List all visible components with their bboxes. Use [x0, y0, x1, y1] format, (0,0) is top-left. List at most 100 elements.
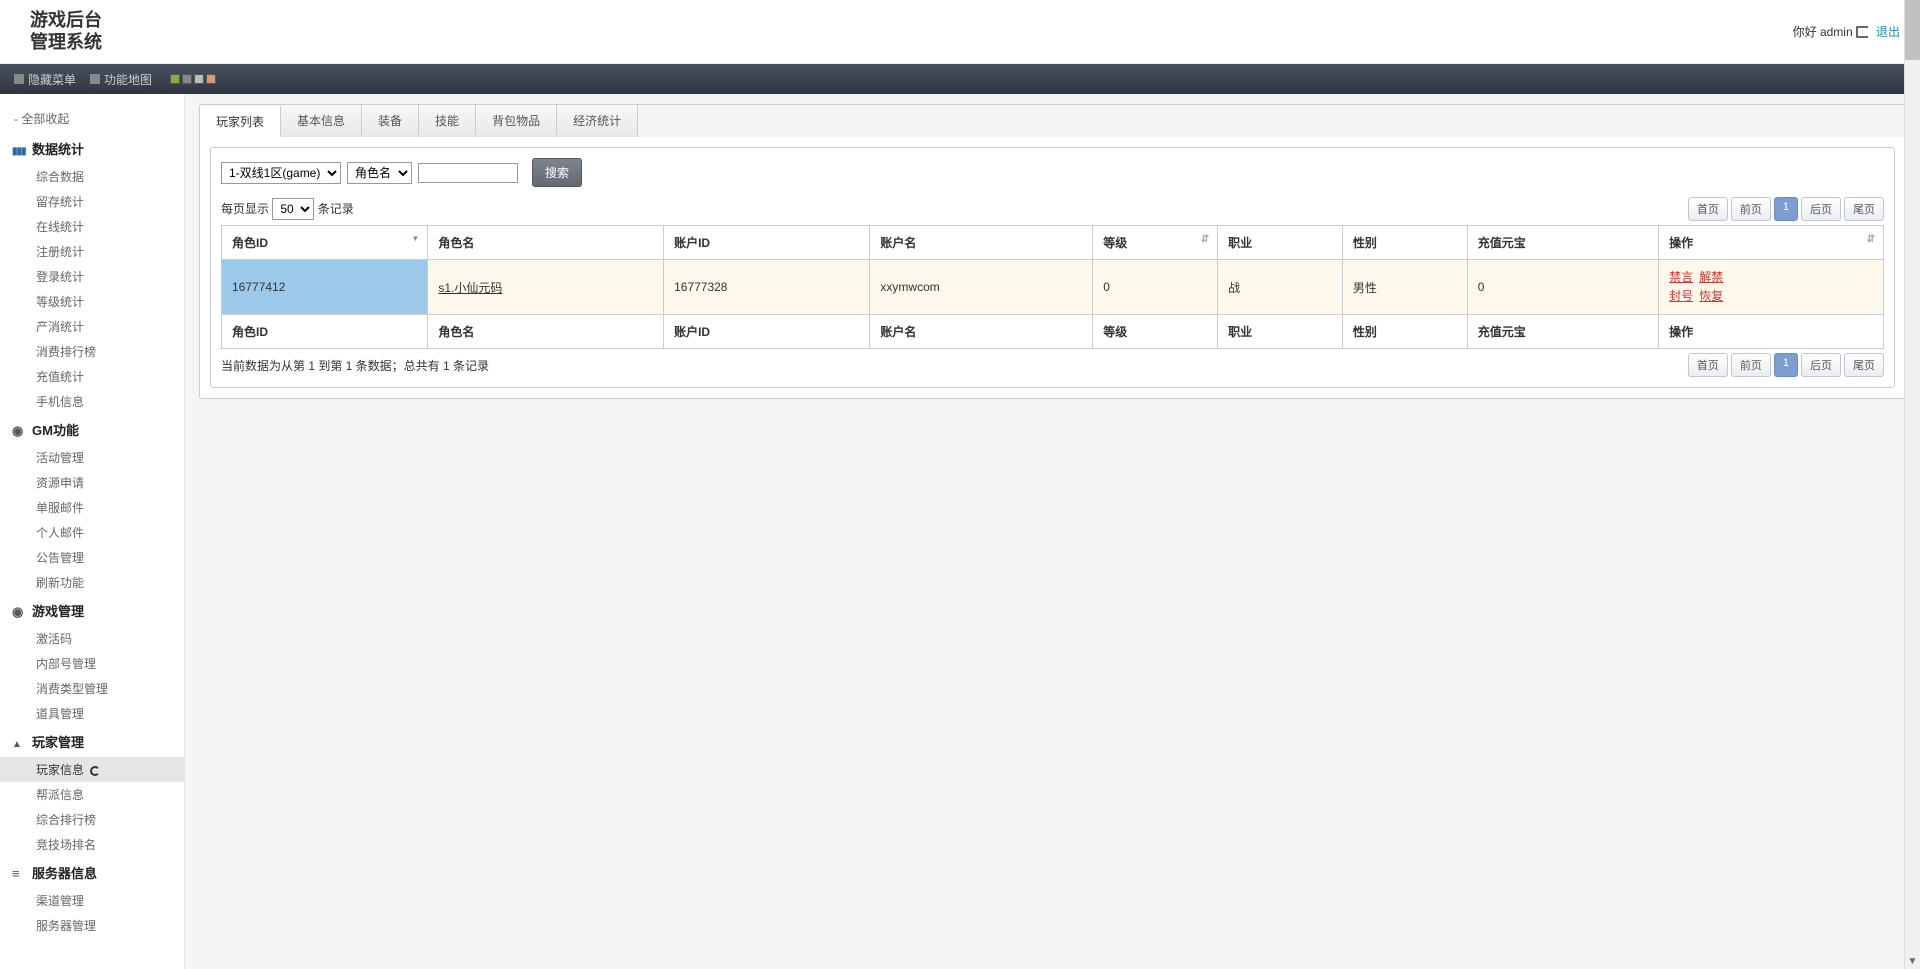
nav-item[interactable]: 留存统计	[0, 189, 184, 214]
table-header-row: 角色ID角色名账户ID账户名等级职业性别充值元宝操作	[222, 226, 1884, 260]
nav-item[interactable]: 消费类型管理	[0, 676, 184, 701]
toolbar: 隐藏菜单 功能地图	[0, 64, 1920, 94]
col-2[interactable]: 账户ID	[664, 226, 870, 260]
nav-item[interactable]: 服务器管理	[0, 913, 184, 938]
nav-item[interactable]: 在线统计	[0, 214, 184, 239]
nav-item[interactable]: 刷新功能	[0, 570, 184, 595]
cell-account-id: 16777328	[664, 260, 870, 315]
nav-item[interactable]: 充值统计	[0, 364, 184, 389]
icon-server	[12, 866, 26, 880]
sitemap-label: 功能地图	[104, 71, 152, 88]
col-7[interactable]: 充值元宝	[1467, 226, 1658, 260]
key-select[interactable]: 角色名	[347, 162, 412, 184]
nav-item[interactable]: 内部号管理	[0, 651, 184, 676]
nav-item[interactable]: 综合排行榜	[0, 807, 184, 832]
table-body: 16777412s1.小仙元码16777328xxymwcom0战男性0禁言解禁…	[222, 260, 1884, 315]
hide-menu-link[interactable]: 隐藏菜单	[14, 71, 76, 88]
swatch-light[interactable]	[194, 74, 204, 84]
scroll-down-icon[interactable]: ▼	[1905, 956, 1920, 967]
col-4[interactable]: 等级	[1093, 226, 1218, 260]
col-0[interactable]: 角色ID	[222, 226, 428, 260]
collapse-all[interactable]: - 全部收起	[0, 104, 184, 133]
pager-next[interactable]: 后页	[1801, 197, 1841, 221]
theme-swatches	[170, 74, 216, 84]
pager-last[interactable]: 尾页	[1844, 197, 1884, 221]
nav-group-4[interactable]: 服务器信息	[0, 857, 184, 888]
sitemap-link[interactable]: 功能地图	[90, 71, 152, 88]
pager-next[interactable]: 后页	[1801, 353, 1841, 377]
nav-item[interactable]: 综合数据	[0, 164, 184, 189]
pager-page-1[interactable]: 1	[1774, 197, 1798, 221]
nav-item[interactable]: 渠道管理	[0, 888, 184, 913]
tab-2[interactable]: 装备	[362, 105, 419, 137]
nav-item[interactable]: 激活码	[0, 626, 184, 651]
nav-group-title-label: 游戏管理	[32, 601, 84, 620]
col-8[interactable]: 操作	[1659, 226, 1884, 260]
nav-group-1[interactable]: GM功能	[0, 414, 184, 445]
nav-item[interactable]: 注册统计	[0, 239, 184, 264]
footer-col-4: 等级	[1093, 315, 1218, 349]
per-page-select[interactable]: 50	[272, 198, 314, 220]
nav-item[interactable]: 竞技场排名	[0, 832, 184, 857]
vertical-scrollbar[interactable]: ▲ ▼	[1904, 0, 1920, 969]
nav-item[interactable]: 登录统计	[0, 264, 184, 289]
nav-group-title-label: 数据统计	[32, 139, 84, 158]
nav-group-3[interactable]: 玩家管理	[0, 726, 184, 757]
nav-item[interactable]: 活动管理	[0, 445, 184, 470]
swatch-green[interactable]	[170, 74, 180, 84]
nav-item[interactable]: 道具管理	[0, 701, 184, 726]
logo-line2: 管理系统	[30, 32, 102, 54]
role-name-link[interactable]: s1.小仙元码	[438, 281, 502, 295]
footer-col-5: 职业	[1218, 315, 1343, 349]
pager-page-1[interactable]: 1	[1774, 353, 1798, 377]
op-link[interactable]: 禁言	[1669, 268, 1693, 287]
pager-top: 首页前页1后页尾页	[1688, 197, 1884, 221]
tab-bar: 玩家列表基本信息装备技能背包物品经济统计	[199, 104, 1906, 137]
nav-item[interactable]: 手机信息	[0, 389, 184, 414]
pager-prev[interactable]: 前页	[1731, 197, 1771, 221]
tab-0[interactable]: 玩家列表	[200, 106, 281, 137]
search-button[interactable]: 搜索	[532, 158, 582, 187]
pager-prev[interactable]: 前页	[1731, 353, 1771, 377]
nav-item[interactable]: 等级统计	[0, 289, 184, 314]
swatch-salmon[interactable]	[206, 74, 216, 84]
tab-3[interactable]: 技能	[419, 105, 476, 137]
col-6[interactable]: 性别	[1342, 226, 1467, 260]
nav-item[interactable]: 公告管理	[0, 545, 184, 570]
col-1[interactable]: 角色名	[428, 226, 664, 260]
pager-last[interactable]: 尾页	[1844, 353, 1884, 377]
logo-line1: 游戏后台	[30, 10, 102, 32]
nav-item[interactable]: 产消统计	[0, 314, 184, 339]
nav-item[interactable]: 帮派信息	[0, 782, 184, 807]
nav-item[interactable]: 消费排行榜	[0, 339, 184, 364]
tab-5[interactable]: 经济统计	[557, 105, 638, 137]
cell-role-name: s1.小仙元码	[428, 260, 664, 315]
scroll-thumb[interactable]	[1905, 0, 1920, 60]
record-info: 当前数据为从第 1 到第 1 条数据；总共有 1 条记录	[221, 357, 489, 374]
pager-first[interactable]: 首页	[1688, 197, 1728, 221]
nav-item[interactable]: 个人邮件	[0, 520, 184, 545]
op-link[interactable]: 恢复	[1699, 287, 1723, 306]
footer-col-6: 性别	[1342, 315, 1467, 349]
data-table: 角色ID角色名账户ID账户名等级职业性别充值元宝操作 16777412s1.小仙…	[221, 225, 1884, 349]
tab-4[interactable]: 背包物品	[476, 105, 557, 137]
pager-first[interactable]: 首页	[1688, 353, 1728, 377]
swatch-gray[interactable]	[182, 74, 192, 84]
col-3[interactable]: 账户名	[870, 226, 1093, 260]
server-select[interactable]: 1-双线1区(game)	[221, 162, 341, 184]
table-row[interactable]: 16777412s1.小仙元码16777328xxymwcom0战男性0禁言解禁…	[222, 260, 1884, 315]
table-footer-row: 角色ID角色名账户ID账户名等级职业性别充值元宝操作	[222, 315, 1884, 349]
nav-group-2[interactable]: 游戏管理	[0, 595, 184, 626]
nav-item[interactable]: 玩家信息	[0, 757, 184, 782]
per-page-prefix: 每页显示	[221, 202, 272, 216]
nav-group-0[interactable]: 数据统计	[0, 133, 184, 164]
op-link[interactable]: 封号	[1669, 287, 1693, 306]
col-5[interactable]: 职业	[1218, 226, 1343, 260]
search-input[interactable]	[418, 163, 518, 183]
logout-link[interactable]: 退出	[1876, 25, 1900, 39]
tab-1[interactable]: 基本信息	[281, 105, 362, 137]
nav-item[interactable]: 资源申请	[0, 470, 184, 495]
op-link[interactable]: 解禁	[1699, 268, 1723, 287]
nav-item[interactable]: 单服邮件	[0, 495, 184, 520]
footer-col-1: 角色名	[428, 315, 664, 349]
